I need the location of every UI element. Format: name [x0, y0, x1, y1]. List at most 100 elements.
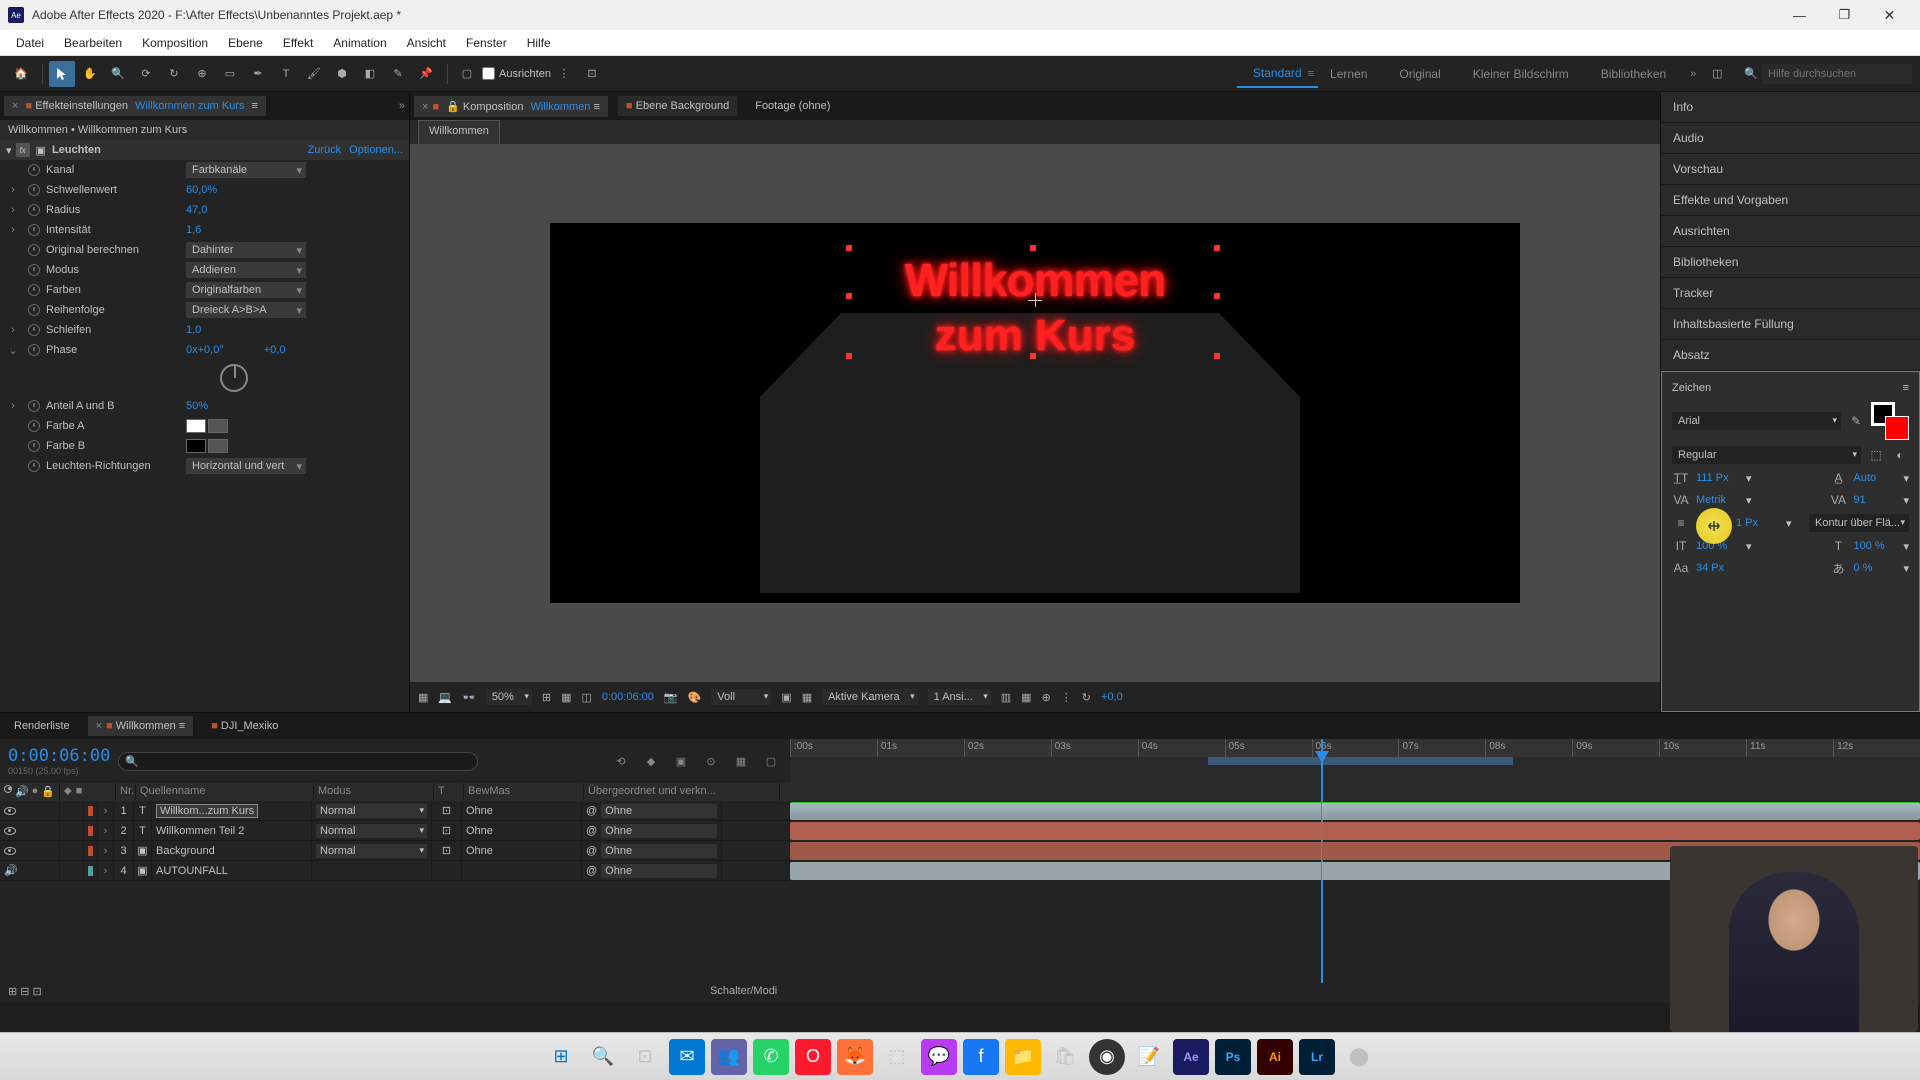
eyedropper-icon[interactable]	[208, 439, 228, 453]
pickwhip-icon[interactable]: @	[586, 865, 597, 877]
effect-visibility-icon[interactable]: ▣	[36, 144, 46, 157]
zoom-dropdown[interactable]: 50%	[486, 689, 532, 705]
selection-handle[interactable]	[1214, 353, 1220, 359]
panel-info[interactable]: Info	[1661, 92, 1920, 123]
track-matte-toggle[interactable]: ⊡	[432, 821, 462, 840]
pickwhip-icon[interactable]: @	[586, 845, 597, 857]
blend-mode-dropdown[interactable]: Normal	[316, 804, 427, 818]
snap-grid-icon[interactable]: ⊡	[579, 61, 605, 87]
parent-dropdown[interactable]: Ohne	[601, 804, 717, 818]
stopwatch-icon[interactable]	[28, 304, 40, 316]
label-color[interactable]	[88, 866, 93, 876]
menu-hilfe[interactable]: Hilfe	[517, 32, 561, 54]
track-matte-dropdown[interactable]: Ohne	[466, 825, 493, 837]
twirl-icon[interactable]: ›	[98, 821, 114, 840]
ps-taskbar-icon[interactable]: Ps	[1215, 1039, 1251, 1075]
tl-tool-6[interactable]: ▢	[760, 750, 782, 772]
explorer-icon[interactable]: 📁	[1005, 1039, 1041, 1075]
stopwatch-icon[interactable]	[28, 164, 40, 176]
color-swatch[interactable]	[186, 419, 206, 433]
selection-handle[interactable]	[846, 245, 852, 251]
mask-icon[interactable]: 👓	[462, 691, 476, 704]
swap-color-icon[interactable]: ⬚	[1867, 447, 1885, 463]
baseline-value[interactable]: 34 Px	[1696, 562, 1740, 574]
stopwatch-icon[interactable]	[28, 204, 40, 216]
toggle-switches[interactable]: ⊞ ⊟ ⊡	[8, 985, 42, 998]
stopwatch-icon[interactable]	[28, 224, 40, 236]
menu-fenster[interactable]: Fenster	[456, 32, 517, 54]
selection-handle[interactable]	[1214, 245, 1220, 251]
panel-menu-icon[interactable]: ≡	[1903, 382, 1909, 394]
snap-toggle[interactable]: Ausrichten	[482, 67, 551, 80]
color-swatch[interactable]	[186, 439, 206, 453]
panel-bibliotheken[interactable]: Bibliotheken	[1661, 247, 1920, 278]
panel-ausrichten[interactable]: Ausrichten	[1661, 216, 1920, 247]
stroke-mode-dropdown[interactable]: Kontur über Flä...	[1809, 514, 1909, 532]
layer-row[interactable]: › 1 T Willkom...zum Kurs Normal ⊡ Ohne @…	[0, 801, 790, 821]
track-matte-toggle[interactable]: ⊡	[432, 841, 462, 860]
selection-handle[interactable]	[846, 293, 852, 299]
renderlist-tab[interactable]: Renderliste	[6, 716, 78, 736]
home-button[interactable]: 🏠	[8, 61, 34, 87]
stopwatch-icon[interactable]	[28, 460, 40, 472]
workspace-standard[interactable]: Standard	[1237, 60, 1318, 88]
stopwatch-icon[interactable]	[28, 244, 40, 256]
facebook-icon[interactable]: f	[963, 1039, 999, 1075]
resolution-dropdown[interactable]: Voll	[711, 689, 771, 705]
stopwatch-icon[interactable]	[28, 344, 40, 356]
view-icon-2[interactable]: ▦	[1021, 691, 1031, 704]
time-ruler[interactable]: :00s 01s 02s 03s 04s 05s 06s 07s 08s 09s…	[790, 739, 1920, 783]
panel-menu-icon[interactable]: ≡	[252, 100, 258, 112]
ae-taskbar-icon[interactable]: Ae	[1173, 1039, 1209, 1075]
anchor-point-icon[interactable]	[1028, 293, 1042, 307]
selection-tool[interactable]	[49, 61, 75, 87]
guides-icon[interactable]: ◫	[581, 691, 591, 704]
puppet-tool[interactable]: 📌	[413, 61, 439, 87]
teams-icon[interactable]: 👥	[711, 1039, 747, 1075]
viewer-timecode[interactable]: 0:00:06:00	[602, 691, 654, 703]
workspace-overflow-icon[interactable]: »	[1690, 68, 1696, 80]
tl-tool-2[interactable]: ◆	[640, 750, 662, 772]
hscale-value[interactable]: 100 %	[1853, 540, 1897, 552]
parent-dropdown[interactable]: Ohne	[601, 864, 717, 878]
tsumi-value[interactable]: 0 %	[1853, 562, 1897, 574]
view-icon-3[interactable]: ⊕	[1042, 691, 1051, 704]
refresh-icon[interactable]: ↻	[1082, 691, 1091, 704]
menu-effekt[interactable]: Effekt	[273, 32, 323, 54]
snap-box-icon[interactable]: ▢	[454, 61, 480, 87]
menu-komposition[interactable]: Komposition	[132, 32, 218, 54]
res-icon[interactable]: ⊞	[542, 691, 551, 704]
selection-handle[interactable]	[846, 353, 852, 359]
blend-mode-dropdown[interactable]: Normal	[316, 824, 427, 838]
twirl-icon[interactable]: ›	[98, 861, 114, 880]
help-search-input[interactable]	[1762, 64, 1912, 84]
audio-icon[interactable]: 🔊	[4, 864, 18, 877]
layer-tab[interactable]: ■ Ebene Background	[618, 96, 737, 116]
firefox-icon[interactable]: 🦊	[837, 1039, 873, 1075]
ai-taskbar-icon[interactable]: Ai	[1257, 1039, 1293, 1075]
default-color-icon[interactable]: ◐	[1891, 447, 1909, 463]
eraser-tool[interactable]: ◧	[357, 61, 383, 87]
layer-name[interactable]: Background	[152, 841, 312, 860]
comp-tab[interactable]: ×■ 🔒 Komposition Willkommen ≡	[414, 96, 608, 117]
workspace-original[interactable]: Original	[1383, 61, 1456, 87]
view-icon-4[interactable]: ⋮	[1061, 691, 1072, 704]
tl-tool-3[interactable]: ▣	[670, 750, 692, 772]
eye-icon[interactable]	[4, 827, 16, 835]
layer-row[interactable]: › 2 T Willkommen Teil 2 Normal ⊡ Ohne @O…	[0, 821, 790, 841]
menu-animation[interactable]: Animation	[323, 32, 396, 54]
label-color[interactable]	[88, 846, 93, 856]
layer-row[interactable]: 🔊 › 4 ▣ AUTOUNFALL @Ohne	[0, 861, 790, 881]
transparency-icon[interactable]: ▦	[802, 691, 812, 704]
rotate-tool[interactable]: ↻	[161, 61, 187, 87]
pickwhip-icon[interactable]: @	[586, 825, 597, 837]
views-count-dropdown[interactable]: 1 Ansi...	[928, 689, 991, 705]
footage-tab[interactable]: Footage (ohne)	[747, 96, 838, 116]
font-size-value[interactable]: 111 Px	[1696, 472, 1740, 484]
orbit-tool[interactable]: ⟳	[133, 61, 159, 87]
layer-name[interactable]: Willkommen Teil 2	[152, 821, 312, 840]
taskbar-search-icon[interactable]: 🔍	[585, 1039, 621, 1075]
whatsapp-icon[interactable]: ✆	[753, 1039, 789, 1075]
lr-taskbar-icon[interactable]: Lr	[1299, 1039, 1335, 1075]
anchor-tool[interactable]: ⊕	[189, 61, 215, 87]
